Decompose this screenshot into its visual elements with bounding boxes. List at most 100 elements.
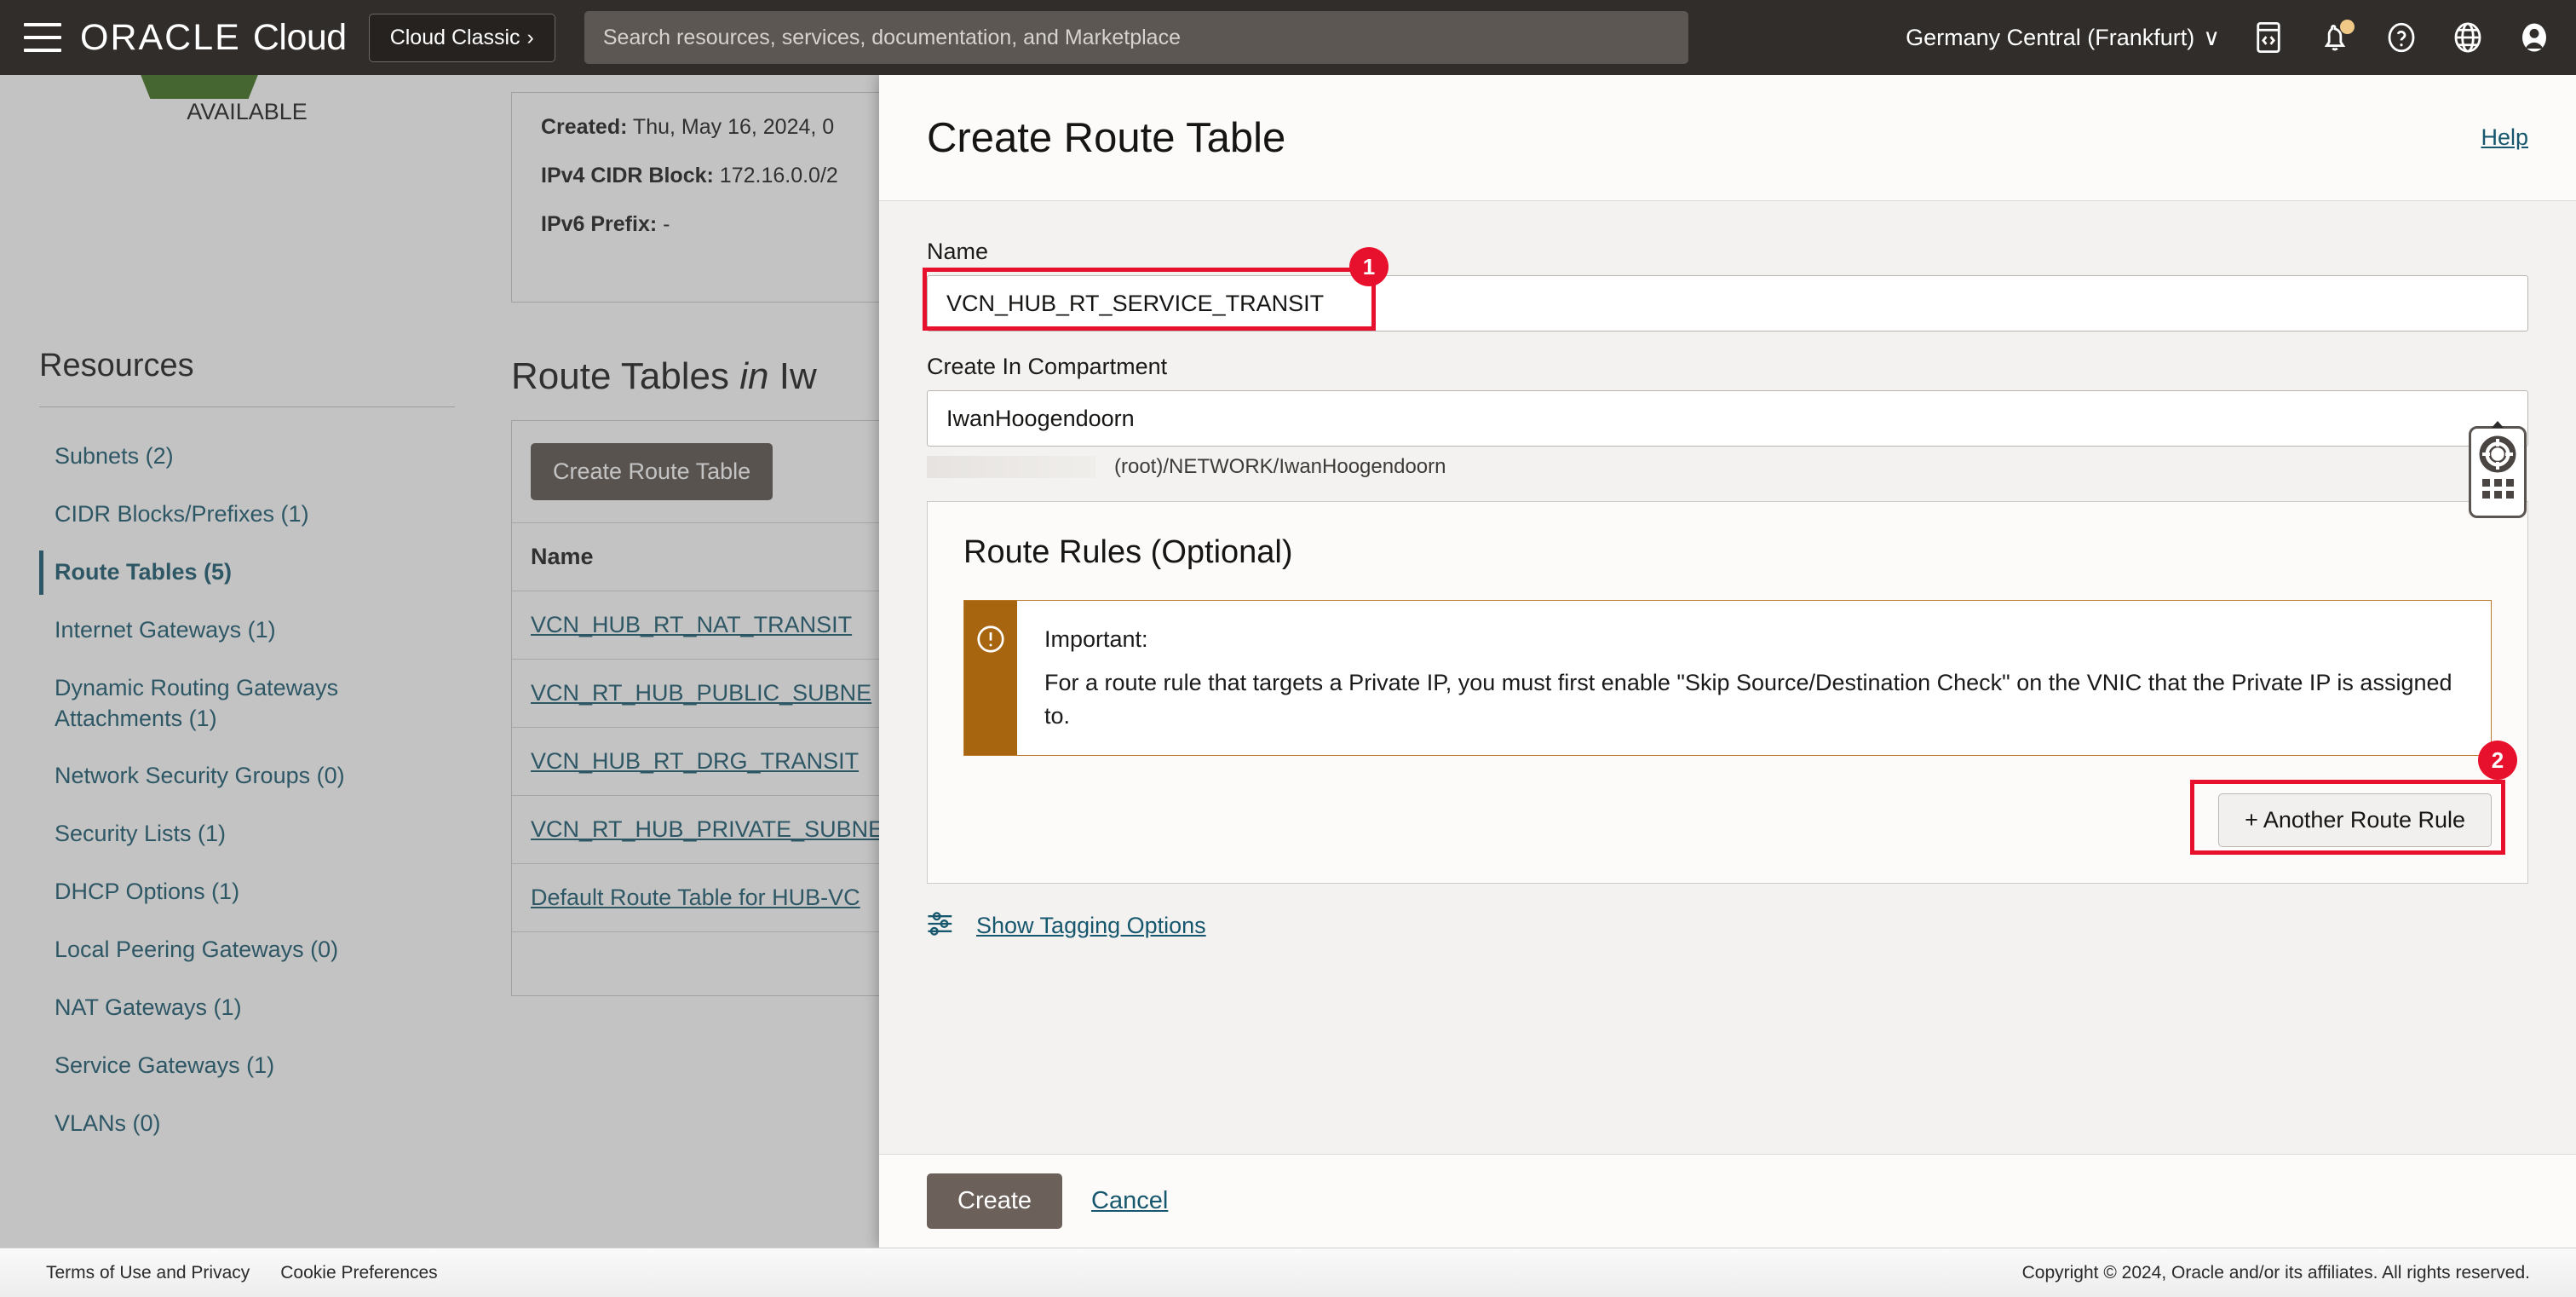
show-tagging-options-row[interactable]: Show Tagging Options: [927, 911, 2528, 941]
header-actions: Germany Central (Frankfurt) ∨: [1906, 20, 2552, 55]
route-table-link[interactable]: VCN_HUB_RT_DRG_TRANSIT: [531, 748, 859, 774]
hamburger-line: [24, 49, 61, 52]
drag-dot-grid-handle[interactable]: [2481, 479, 2514, 499]
grid-dot: [2481, 491, 2490, 499]
sidebar-item-vlans[interactable]: VLANs (0): [39, 1095, 455, 1153]
route-table-link[interactable]: VCN_RT_HUB_PRIVATE_SUBNE: [531, 816, 882, 842]
oracle-wordmark: ORACLE: [80, 16, 241, 58]
create-route-table-modal: Create Route Table Help Name 1 Create In…: [879, 75, 2576, 1248]
vcn-ipv6-value: -: [663, 212, 670, 236]
sidebar-item-subnets[interactable]: Subnets (2): [39, 428, 455, 486]
sidebar-item-service-gateways[interactable]: Service Gateways (1): [39, 1037, 455, 1095]
user-avatar-icon[interactable]: [2516, 20, 2552, 55]
vcn-cidr-label: IPv4 CIDR Block:: [541, 164, 714, 187]
hamburger-line: [24, 36, 61, 39]
oracle-cloud-logo[interactable]: ORACLE Cloud: [80, 17, 347, 59]
status-badge: AVAILABLE: [187, 99, 308, 124]
compartment-path-row: (root)/NETWORK/IwanHoogendoorn: [927, 455, 2528, 479]
sidebar-item-route-tables[interactable]: Route Tables (5): [39, 544, 455, 602]
hamburger-menu-icon[interactable]: [24, 23, 61, 52]
resources-list: Subnets (2) CIDR Blocks/Prefixes (1) Rou…: [39, 428, 455, 1153]
global-search-input[interactable]: Search resources, services, documentatio…: [584, 11, 1688, 64]
name-input[interactable]: [927, 275, 2528, 331]
modal-body: Name 1 Create In Compartment (root)/NETW…: [879, 201, 2576, 1154]
table-row: VCN_HUB_RT_NAT_TRANSIT: [512, 591, 882, 660]
compartment-field-group: Create In Compartment (root)/NETWORK/Iwa…: [927, 354, 2528, 479]
route-table-link[interactable]: VCN_RT_HUB_PUBLIC_SUBNE: [531, 680, 871, 706]
region-label: Germany Central (Frankfurt): [1906, 24, 2195, 50]
grid-dot: [2505, 479, 2514, 487]
cookie-preferences-link[interactable]: Cookie Preferences: [280, 1263, 437, 1283]
name-label: Name: [927, 239, 989, 264]
page-title-scope: Iw: [779, 355, 817, 397]
sidebar-item-drg-attachments[interactable]: Dynamic Routing Gateways Attachments (1): [39, 660, 455, 748]
vcn-details-card: Created: Thu, May 16, 2024, 0 IPv4 CIDR …: [511, 92, 883, 303]
help-question-icon[interactable]: [2383, 20, 2419, 55]
sidebar-item-dhcp-options[interactable]: DHCP Options (1): [39, 863, 455, 921]
tag-sliders-icon: [927, 911, 959, 941]
modal-help-link[interactable]: Help: [2481, 124, 2528, 151]
vcn-created-row: Created: Thu, May 16, 2024, 0: [541, 115, 853, 140]
sidebar-item-local-peering-gateways[interactable]: Local Peering Gateways (0): [39, 921, 455, 979]
create-button[interactable]: Create: [927, 1173, 1063, 1229]
sidebar-item-cidr-blocks[interactable]: CIDR Blocks/Prefixes (1): [39, 486, 455, 544]
sidebar-item-internet-gateways[interactable]: Internet Gateways (1): [39, 602, 455, 660]
modal-header: Create Route Table Help: [879, 75, 2576, 201]
notification-badge-dot: [2340, 20, 2355, 34]
page-title-prefix: Route Tables: [511, 355, 730, 397]
route-table-link[interactable]: Default Route Table for HUB-VC: [531, 885, 860, 910]
grid-dot: [2493, 479, 2502, 487]
chevron-right-icon: ›: [526, 25, 534, 49]
top-header-bar: ORACLE Cloud Cloud Classic › Search resou…: [0, 0, 2576, 75]
route-table-link[interactable]: VCN_HUB_RT_NAT_TRANSIT: [531, 612, 852, 637]
vcn-created-label: Created:: [541, 115, 628, 139]
route-rules-actions: + Another Route Rule 2: [963, 741, 2517, 856]
table-row: VCN_RT_HUB_PRIVATE_SUBNE: [512, 796, 882, 864]
sidebar-item-nat-gateways[interactable]: NAT Gateways (1): [39, 979, 455, 1037]
language-globe-icon[interactable]: [2450, 20, 2486, 55]
show-tagging-options-link[interactable]: Show Tagging Options: [976, 913, 1206, 939]
create-route-table-button[interactable]: Create Route Table: [531, 443, 773, 500]
sidebar-item-security-lists[interactable]: Security Lists (1): [39, 805, 455, 863]
annotation-badge-2: 2: [2478, 741, 2517, 781]
table-row: Default Route Table for HUB-VC: [512, 864, 882, 932]
another-route-rule-button[interactable]: + Another Route Rule: [2218, 793, 2492, 848]
cloud-shell-icon[interactable]: [2251, 20, 2286, 55]
callout-title: Important:: [1044, 626, 1148, 652]
callout-text-block: Important: For a route rule that targets…: [1017, 601, 2491, 755]
callout-message: For a route rule that targets a Private …: [1044, 670, 2452, 729]
region-selector[interactable]: Germany Central (Frankfurt) ∨: [1906, 25, 2220, 51]
cancel-button[interactable]: Cancel: [1091, 1187, 1168, 1215]
copyright-text: Copyright © 2024, Oracle and/or its affi…: [2021, 1262, 2530, 1283]
vcn-cidr-value: 172.16.0.0/2: [719, 164, 838, 187]
compartment-path-text: (root)/NETWORK/IwanHoogendoorn: [1114, 455, 1446, 478]
grid-dot: [2481, 479, 2490, 487]
annotation-badge-1: 1: [1349, 247, 1389, 286]
route-tables-panel: Create Route Table Name VCN_HUB_RT_NAT_T…: [511, 420, 883, 996]
sidebar-item-network-security-groups[interactable]: Network Security Groups (0): [39, 747, 455, 805]
table-header-name: Name: [512, 522, 882, 591]
cloud-classic-label: Cloud Classic: [389, 25, 520, 49]
widget-pointer-nub: [2492, 421, 2504, 428]
life-ring-help-icon: [2479, 435, 2516, 473]
notifications-bell-icon[interactable]: [2317, 20, 2355, 55]
route-rules-title: Route Rules (Optional): [963, 534, 1293, 570]
vcn-ipv6-row: IPv6 Prefix: -: [541, 212, 853, 237]
terms-of-use-link[interactable]: Terms of Use and Privacy: [46, 1263, 250, 1283]
name-field-group: Name 1: [923, 239, 2528, 331]
grid-dot: [2493, 491, 2502, 499]
compartment-path-placeholder-bar: [927, 456, 1095, 478]
hamburger-line: [24, 23, 61, 26]
vcn-created-value: Thu, May 16, 2024, 0: [632, 115, 835, 139]
vcn-status-area: AVAILABLE: [39, 51, 455, 211]
grid-dot: [2505, 491, 2514, 499]
vcn-cidr-row: IPv4 CIDR Block: 172.16.0.0/2: [541, 164, 853, 188]
footer-links: Terms of Use and Privacy Cookie Preferen…: [46, 1263, 438, 1283]
divider: [39, 406, 455, 407]
floating-help-widget[interactable]: [2469, 421, 2527, 518]
resources-heading: Resources: [39, 348, 194, 383]
compartment-label: Create In Compartment: [927, 354, 1168, 379]
compartment-select[interactable]: [927, 390, 2528, 447]
cloud-classic-button[interactable]: Cloud Classic ›: [368, 13, 555, 62]
resources-sidebar: AVAILABLE Resources Subnets (2) CIDR Blo…: [0, 51, 494, 1222]
